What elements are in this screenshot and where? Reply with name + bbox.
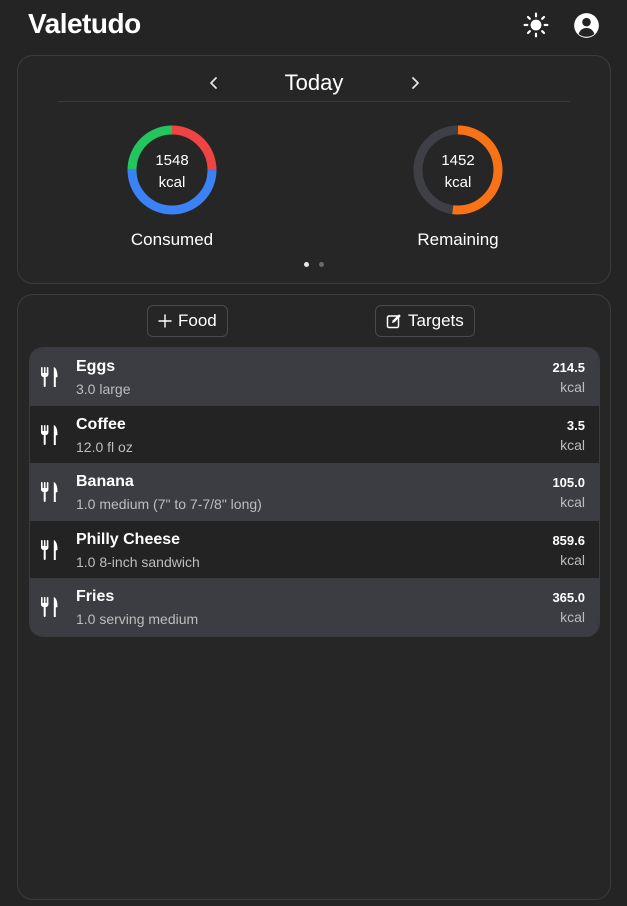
food-kcal: 859.6: [552, 532, 585, 548]
food-list: Eggs 3.0 large 214.5 kcal Coffee 12.0 fl oz 3.…: [29, 347, 600, 637]
date-navigator: Today: [58, 64, 570, 102]
food-name: Eggs: [76, 358, 116, 375]
add-food-button[interactable]: Food: [147, 305, 228, 337]
remaining-unit: kcal: [444, 174, 472, 191]
food-portion: 3.0 large: [76, 381, 131, 397]
food-kcal: 3.5: [566, 417, 585, 433]
food-portion: 12.0 fl oz: [76, 438, 133, 455]
food-portion: 1.0 medium (7" to 7-7/8" long): [76, 496, 262, 513]
food-entry-row[interactable]: Fries 1.0 serving medium 365.0 kcal: [30, 578, 599, 636]
utensils-icon: [41, 597, 58, 618]
utensils-icon: [41, 482, 58, 503]
food-entry-row[interactable]: Philly Cheese 1.0 8-inch sandwich 859.6 kca…: [30, 520, 599, 579]
food-entry-row[interactable]: Eggs 3.0 large 214.5 kcal: [30, 348, 599, 406]
food-kcal-unit: kcal: [560, 551, 585, 568]
food-entry-row[interactable]: Coffee 12.0 fl oz 3.5 kcal: [30, 405, 599, 464]
consumed-value: 1548: [155, 152, 189, 169]
date-label: Today: [284, 69, 344, 95]
page-dots: [18, 262, 610, 267]
account-circle-icon[interactable]: [572, 11, 600, 39]
edit-icon: [386, 314, 401, 329]
remaining-ring[interactable]: 1452 kcal Remaining: [383, 122, 533, 250]
sun-icon[interactable]: [522, 11, 550, 39]
utensils-icon: [41, 424, 58, 445]
chevron-left-icon[interactable]: [201, 70, 227, 96]
food-kcal-unit: kcal: [560, 379, 585, 395]
food-kcal: 214.5: [552, 360, 585, 375]
remaining-caption: Remaining: [417, 230, 499, 249]
consumed-caption: Consumed: [130, 230, 214, 249]
food-kcal-unit: kcal: [560, 609, 585, 626]
food-name: Coffee: [76, 415, 126, 433]
food-kcal: 365.0: [552, 590, 585, 606]
add-food-label: Food: [178, 311, 217, 330]
food-log-card: Food Targets Eggs 3.0 large 214.5 kcal Coffe…: [17, 294, 611, 900]
food-portion: 1.0 8-inch sandwich: [76, 553, 200, 570]
targets-button[interactable]: Targets: [375, 305, 475, 337]
food-name: Fries: [76, 588, 115, 606]
page-dot[interactable]: [304, 262, 309, 267]
chevron-right-icon[interactable]: [402, 70, 428, 96]
food-entry-row[interactable]: Banana 1.0 medium (7" to 7-7/8" long) 105.…: [30, 463, 599, 521]
food-kcal-unit: kcal: [560, 494, 585, 511]
plus-icon: [158, 314, 172, 328]
app-title: Valetudo: [28, 8, 141, 39]
remaining-value: 1452: [441, 152, 475, 169]
page-dot[interactable]: [319, 262, 324, 267]
food-portion: 1.0 serving medium: [76, 611, 199, 628]
targets-label: Targets: [408, 311, 464, 330]
food-kcal: 105.0: [552, 475, 585, 491]
utensils-icon: [41, 367, 58, 387]
food-name: Banana: [76, 473, 134, 491]
food-kcal-unit: kcal: [560, 436, 585, 453]
consumed-unit: kcal: [158, 174, 186, 191]
summary-card: Today 1548 kcal Consumed 1452 kcal Remai…: [17, 55, 611, 284]
utensils-icon: [41, 539, 58, 560]
food-name: Philly Cheese: [76, 530, 181, 548]
consumed-ring[interactable]: 1548 kcal Consumed: [97, 122, 247, 250]
